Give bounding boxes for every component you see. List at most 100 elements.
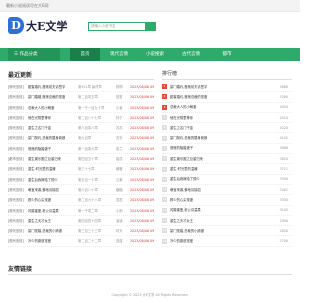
book-title-link[interactable]: 豪门婚姻,首席总裁的宠妻 — [28, 92, 78, 101]
divider — [8, 79, 154, 80]
book-title-link[interactable]: 他在光阴里等你 — [28, 113, 78, 122]
list-item[interactable]: [现代言情] 重生:时光里的温暖第三十七章暖暖 2023/08/06 09:17 — [8, 164, 154, 175]
author-name: 小宝 — [116, 105, 123, 110]
book-title-link[interactable]: 重生:时光里的温暖 — [28, 164, 78, 173]
site-logo[interactable]: D 大E文学 — [8, 17, 67, 34]
book-title-link[interactable]: 萌宝来袭,爹地请接招 — [170, 185, 270, 194]
list-item[interactable]: 3 总裁大人的小萌妻 4920 — [162, 103, 292, 113]
book-title-link[interactable]: 重生娱乐圈之巨星归来 — [170, 154, 270, 163]
list-item[interactable]: 15 豪门宠婚,总裁的小娇妻 2850 — [162, 226, 292, 237]
book-title-link[interactable]: 甜蜜婚约,首席前夫请签字 — [28, 82, 78, 91]
author-name: 晴天 — [116, 229, 123, 234]
book-title-link[interactable]: 闪婚蜜爱,老公请温柔 — [170, 206, 270, 215]
list-item[interactable]: 10 重生后我嫁给了顾少 3590 — [162, 175, 292, 185]
chapter-link[interactable]: 第二百八十七章 — [78, 113, 116, 122]
nav-urban[interactable]: 都市 — [212, 48, 242, 61]
book-title-link[interactable]: 重生后我嫁给了顾少 — [170, 175, 270, 184]
search-button[interactable] — [146, 22, 156, 31]
book-title-link[interactable]: 重生之名门千金 — [170, 123, 270, 132]
category-menu-button[interactable]: ☰ 作品分类 — [8, 48, 60, 61]
list-item[interactable]: [现代言情] 总裁大人的小萌妻第一千一百九十章小宝 2023/08/06 09:20 — [8, 103, 154, 113]
list-item[interactable]: [现代言情] 萌宝来袭,爹地请接招第六百八十章糖糖 2023/08/06 09:16 — [8, 185, 154, 196]
nav-ancient-romance[interactable]: 古代言情 — [176, 48, 206, 61]
list-item[interactable]: 11 萌宝来袭,爹地请接招 3402 — [162, 185, 292, 196]
chapter-link[interactable]: 第二百九十八章 — [78, 195, 116, 204]
author-name: 小雨 — [116, 208, 123, 213]
book-title-link[interactable]: 总裁大人的小萌妻 — [28, 103, 78, 112]
book-title-link[interactable]: 首席的隐婚妻子 — [170, 144, 270, 153]
book-title-link[interactable]: 重生之天才女王 — [28, 216, 78, 225]
book-title-link[interactable]: 豪门契约,总裁的替身新娘 — [170, 133, 270, 142]
chapter-link[interactable]: 第一千零二章 — [78, 206, 116, 215]
list-item[interactable]: 13 闪婚蜜爱,老公请温柔 3105 — [162, 206, 292, 216]
category-label: [现代言情] — [8, 85, 24, 89]
list-item[interactable]: 9 重生:时光里的温暖 3711 — [162, 164, 292, 175]
book-title-link[interactable]: 重生:时光里的温暖 — [170, 164, 270, 173]
list-item[interactable]: 8 重生娱乐圈之巨星归来 3850 — [162, 154, 292, 165]
book-title-link[interactable]: 重生后我嫁给了顾少 — [28, 175, 78, 184]
book-title-link[interactable]: 重生娱乐圈之巨星归来 — [28, 154, 78, 163]
chapter-link[interactable]: 第九百章 — [78, 133, 116, 142]
list-item[interactable]: [现代言情] 顾少的心尖宠妻第二百九十八章墨墨 2023/08/06 09:16 — [8, 195, 154, 206]
book-title-link[interactable]: 重生之名门千金 — [28, 123, 78, 132]
book-title-link[interactable]: 闪婚蜜爱,老公请温柔 — [28, 206, 78, 215]
list-item[interactable]: 16 冷少的霸道宠爱 2700 — [162, 236, 292, 247]
list-item[interactable]: [现代言情] 首席的隐婚妻子第一百零九章若兰 2023/08/06 09:18 — [8, 144, 154, 155]
book-title-link[interactable]: 冷少的霸道宠爱 — [170, 236, 270, 245]
list-item[interactable]: [现代言情] 重生之天才女王第四百四十四章凌凌 2023/08/06 09:15 — [8, 216, 154, 227]
book-title-link[interactable]: 首席的隐婚妻子 — [28, 144, 78, 153]
update-time: 2023/08/06 09:15 — [130, 208, 154, 213]
view-count: 2990 — [279, 218, 288, 223]
list-item[interactable]: [现代言情] 重生之名门千金第八百零八章苏苏 2023/08/06 09:19 — [8, 123, 154, 134]
chapter-link[interactable]: 第六百八十章 — [78, 185, 116, 194]
list-item[interactable]: 12 顾少的心尖宠妻 3300 — [162, 195, 292, 206]
chapter-link[interactable]: 第八百零八章 — [78, 123, 116, 132]
list-item[interactable]: [现代言情] 冷少的霸道宠爱第二百二十二章蓝蓝 2023/08/06 09:14 — [8, 236, 154, 247]
book-title-link[interactable]: 豪门宠婚,总裁的小娇妻 — [28, 226, 78, 235]
list-item[interactable]: 5 重生之名门千金 4320 — [162, 123, 292, 134]
list-item[interactable]: [都市言情] 重生娱乐圈之巨星归来第四百五十章星辰 2023/08/06 09:18 — [8, 154, 154, 165]
chapter-link[interactable]: 第四百五十章 — [78, 154, 116, 163]
book-title-link[interactable]: 甜蜜婚约,首席总裁的宠妻 — [170, 92, 270, 101]
nav-search[interactable]: 小说搜索 — [140, 48, 170, 61]
chapter-link[interactable]: 第三十七章 — [78, 164, 116, 173]
nav-modern-romance[interactable]: 现代言情 — [104, 48, 134, 61]
list-item[interactable]: 7 首席的隐婚妻子 3988 — [162, 144, 292, 155]
book-title-link[interactable]: 他在光阴里等你 — [170, 113, 270, 122]
chapter-link[interactable]: 第三百三十三章 — [78, 226, 116, 235]
book-title-link[interactable]: 豪门婚约,首席前夫请签字 — [170, 82, 270, 91]
book-title-link[interactable]: 重生之天才女王 — [170, 216, 270, 225]
rank-badge: 11 — [162, 187, 167, 193]
list-item[interactable]: 2 甜蜜婚约,首席总裁的宠妻 5260 — [162, 92, 292, 103]
recent-updates-list: [现代言情] 甜蜜婚约,首席前夫请签字 第391章 最终章 顾桐 2023/08/06 … — [8, 82, 154, 247]
chapter-link[interactable]: 第一千一百九十章 — [78, 103, 116, 112]
author-name: 墨墨 — [116, 198, 123, 203]
nav-home[interactable]: 首页 — [70, 48, 100, 61]
book-title-link[interactable]: 萌宝来袭,爹地请接招 — [28, 185, 78, 194]
chapter-link[interactable]: 第391章 最终章 — [78, 82, 116, 91]
list-item[interactable]: [现代言情] 豪门婚姻,首席总裁的宠妻第二百零五章夏夏 2023/08/06 09:… — [8, 92, 154, 103]
list-item[interactable]: [现代言情] 豪门契约,总裁的替身新娘第九百章安安 2023/08/06 09:19 — [8, 133, 154, 144]
list-item[interactable]: [现代言情] 豪门宠婚,总裁的小娇妻第三百三十三章晴天 2023/08/06 09:… — [8, 226, 154, 237]
chapter-link[interactable]: 第二百零五章 — [78, 92, 116, 101]
book-title-link[interactable]: 豪门契约,总裁的替身新娘 — [28, 133, 78, 142]
list-item[interactable]: 6 豪门契约,总裁的替身新娘 4102 — [162, 133, 292, 144]
rank-badge: 12 — [162, 197, 167, 203]
chapter-link[interactable]: 第五百一十章 — [78, 175, 116, 184]
list-item[interactable]: [现代言情] 重生后我嫁给了顾少第五百一十章云裳 2023/08/06 09:17 — [8, 175, 154, 185]
chapter-link[interactable]: 第四百四十四章 — [78, 216, 116, 225]
list-item[interactable]: 1 豪门婚约,首席前夫请签字 5688 — [162, 82, 292, 93]
list-item[interactable]: 4 他在光阴里等你 4510 — [162, 113, 292, 124]
book-title-link[interactable]: 顾少的心尖宠妻 — [170, 195, 270, 204]
chapter-link[interactable]: 第一百零九章 — [78, 144, 116, 153]
chapter-link[interactable]: 第二百二十二章 — [78, 236, 116, 245]
list-item[interactable]: [现代言情] 闪婚蜜爱,老公请温柔第一千零二章小雨 2023/08/06 09:15 — [8, 206, 154, 216]
list-item[interactable]: 14 重生之天才女王 2990 — [162, 216, 292, 227]
book-title-link[interactable]: 豪门宠婚,总裁的小娇妻 — [170, 226, 270, 235]
book-title-link[interactable]: 顾少的心尖宠妻 — [28, 195, 78, 204]
book-title-link[interactable]: 冷少的霸道宠爱 — [28, 236, 78, 245]
book-title-link[interactable]: 总裁大人的小萌妻 — [170, 103, 270, 112]
list-item[interactable]: [现代言情] 甜蜜婚约,首席前夫请签字 第391章 最终章 顾桐 2023/08/06 … — [8, 82, 154, 93]
list-item[interactable]: [现代言情] 他在光阴里等你第二百八十七章林夕 2023/08/06 09:20 — [8, 113, 154, 124]
search-input[interactable]: 请输入小说书名 — [88, 22, 146, 31]
